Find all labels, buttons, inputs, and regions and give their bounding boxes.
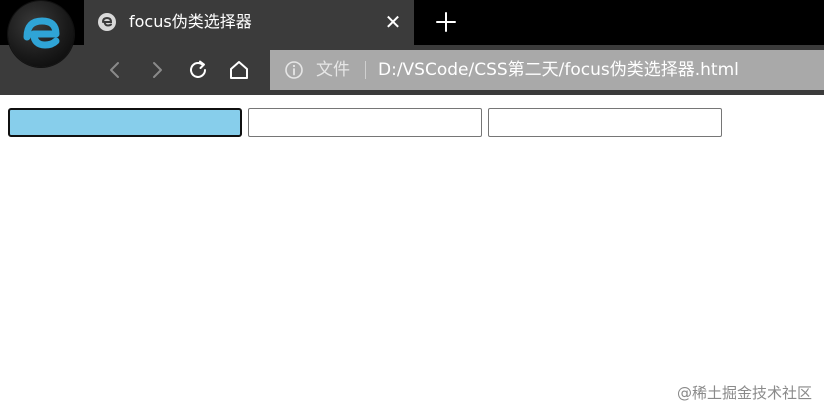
address-url[interactable]: D:/VSCode/CSS第二天/focus伪类选择器.html xyxy=(378,59,739,81)
home-icon[interactable] xyxy=(225,56,253,84)
forward-arrow-icon[interactable] xyxy=(143,56,171,84)
address-scheme-label: 文件 xyxy=(316,60,350,80)
plus-icon[interactable] xyxy=(432,8,460,36)
text-input[interactable] xyxy=(488,108,722,137)
browser-title-bar: focus伪类选择器 ✕ xyxy=(0,0,824,45)
page-favicon-icon xyxy=(98,13,116,31)
browser-toolbar: 文件 D:/VSCode/CSS第二天/focus伪类选择器.html xyxy=(0,45,824,95)
text-input-focused[interactable] xyxy=(8,108,242,137)
text-input[interactable] xyxy=(248,108,482,137)
close-icon[interactable]: ✕ xyxy=(382,11,404,33)
address-divider xyxy=(365,61,366,79)
address-bar[interactable]: 文件 D:/VSCode/CSS第二天/focus伪类选择器.html xyxy=(270,50,824,90)
reload-icon[interactable] xyxy=(184,56,212,84)
tab-title: focus伪类选择器 xyxy=(129,12,252,31)
back-arrow-icon[interactable] xyxy=(101,56,129,84)
browser-tab-active[interactable]: focus伪类选择器 ✕ xyxy=(84,0,414,45)
watermark: @稀土掘金技术社区 xyxy=(676,384,812,402)
edge-logo-icon xyxy=(8,1,74,67)
info-icon[interactable] xyxy=(284,60,304,80)
